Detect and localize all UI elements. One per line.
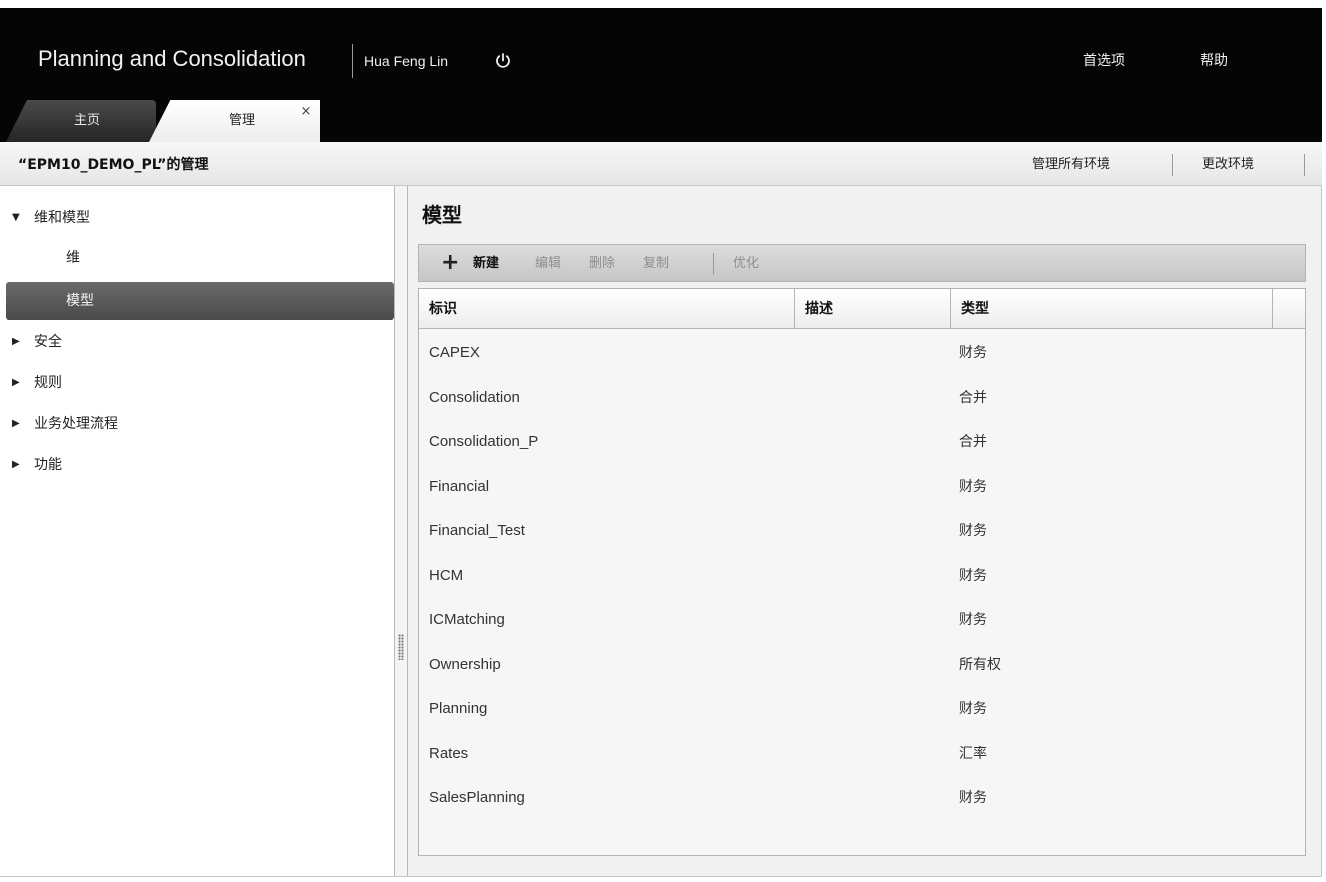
cell-id: Consolidation_P (429, 433, 539, 450)
tab-home[interactable]: 主页 (6, 100, 156, 142)
sidebar-item-label: 规则 (34, 375, 62, 391)
cell-type: 汇率 (959, 745, 987, 762)
sidebar-item-label: 业务处理流程 (34, 416, 118, 432)
chevron-right-icon: ▶ (12, 418, 20, 429)
cell-type: 合并 (959, 389, 987, 406)
models-toolbar: + 新建 编辑 删除 复制 优化 (418, 244, 1306, 282)
help-link[interactable]: 帮助 (1200, 52, 1228, 70)
power-icon[interactable] (494, 52, 512, 70)
sidebar-item-models[interactable]: 模型 (6, 282, 394, 320)
panel-splitter[interactable] (394, 186, 408, 876)
change-environment-link[interactable]: 更改环境 (1202, 156, 1254, 174)
cell-type: 财务 (959, 478, 987, 495)
cell-id: Rates (429, 744, 469, 762)
table-row[interactable]: Consolidation 合并 (419, 376, 1305, 420)
toolbar-separator (713, 253, 714, 275)
table-row[interactable]: SalesPlanning 财务 (419, 776, 1305, 820)
cell-type: 财务 (959, 612, 987, 628)
table-row[interactable]: CAPEX 财务 (419, 331, 1305, 375)
copy-button[interactable]: 复制 (643, 255, 669, 273)
environment-bar: “EPM10_DEMO_PL”的管理 管理所有环境 更改环境 (0, 142, 1322, 186)
title-separator (352, 44, 353, 78)
cell-type: 财务 (959, 790, 987, 806)
drag-handle-icon (398, 634, 404, 660)
edit-button[interactable]: 编辑 (535, 255, 561, 273)
cell-type: 财务 (959, 701, 987, 717)
user-name[interactable]: Hua Feng Lin (364, 52, 448, 70)
cell-id: Consolidation (429, 388, 520, 406)
bottom-border (0, 876, 1322, 877)
chevron-down-icon: ▼ (12, 212, 20, 223)
page-title: 模型 (422, 203, 462, 227)
manage-all-environments-link[interactable]: 管理所有环境 (1032, 156, 1110, 174)
cell-id: Financial (429, 477, 490, 495)
column-header-type[interactable]: 类型 (951, 289, 1273, 329)
table-row[interactable]: Financial 财务 (419, 465, 1305, 509)
sidebar-item-business-process-flows[interactable]: ▶ 业务处理流程 (6, 406, 394, 442)
models-table: 标识 描述 类型 CAPEX 财务 Consolidation 合并 Consolida… (418, 288, 1306, 856)
cell-type: 财务 (959, 523, 987, 539)
new-button[interactable]: 新建 (473, 255, 499, 273)
close-icon[interactable]: × (298, 104, 314, 120)
cell-id: SalesPlanning (429, 789, 525, 806)
plus-icon[interactable]: + (441, 252, 461, 274)
preferences-link[interactable]: 首选项 (1083, 52, 1125, 70)
link-separator (1172, 154, 1173, 176)
table-row[interactable]: Rates 汇率 (419, 732, 1305, 776)
main-panel: 模型 + 新建 编辑 删除 复制 优化 标识 描述 类型 CAPEX 财务 Cons… (408, 186, 1322, 876)
optimize-button[interactable]: 优化 (733, 255, 759, 273)
chevron-right-icon: ▶ (12, 336, 20, 347)
tab-home-label: 主页 (73, 113, 100, 128)
chevron-right-icon: ▶ (12, 377, 20, 388)
table-row[interactable]: ICMatching 财务 (419, 598, 1305, 642)
chevron-right-icon: ▶ (12, 459, 20, 470)
table-row[interactable]: Consolidation_P 合并 (419, 420, 1305, 464)
cell-id: HCM (429, 566, 464, 584)
cell-id: CAPEX (429, 344, 480, 361)
cell-id: Ownership (429, 655, 501, 673)
table-row[interactable]: Planning 财务 (419, 687, 1305, 731)
cell-id: ICMatching (429, 611, 505, 628)
sidebar-item-label: 模型 (66, 293, 94, 309)
sidebar-item-label: 功能 (34, 457, 62, 473)
app-title: Planning and Consolidation (38, 46, 306, 71)
tab-manage[interactable]: 管理 (148, 100, 320, 144)
cell-type: 财务 (959, 345, 987, 361)
cell-type: 合并 (959, 434, 987, 450)
sidebar-item-label: 维 (66, 250, 80, 266)
table-row[interactable]: HCM 财务 (419, 554, 1305, 598)
tab-manage-label: 管理 (228, 113, 255, 128)
delete-button[interactable]: 删除 (589, 255, 615, 273)
table-row[interactable]: Financial_Test 财务 (419, 509, 1305, 553)
sidebar-item-label: 安全 (34, 334, 62, 350)
sidebar-item-label: 维和模型 (34, 210, 90, 226)
column-header-id[interactable]: 标识 (419, 289, 795, 329)
sidebar-item-dimensions-models[interactable]: ▼ 维和模型 (6, 200, 394, 236)
cell-type: 财务 (959, 567, 987, 584)
sidebar-item-features[interactable]: ▶ 功能 (6, 447, 394, 483)
column-menu[interactable] (1273, 289, 1305, 329)
sidebar-item-rules[interactable]: ▶ 规则 (6, 365, 394, 401)
table-row[interactable]: Ownership 所有权 (419, 643, 1305, 687)
cell-id: Planning (429, 700, 488, 717)
cell-id: Financial_Test (429, 522, 525, 539)
link-separator (1304, 154, 1305, 176)
sidebar-nav: ▼ 维和模型 维 模型 ▶ 安全 ▶ 规则 ▶ 业务处理流程 ▶ 功能 (6, 190, 394, 874)
cell-type: 所有权 (959, 656, 1001, 673)
column-header-description[interactable]: 描述 (795, 289, 951, 329)
sidebar-item-dimensions[interactable]: 维 (6, 240, 394, 276)
environment-title: “EPM10_DEMO_PL”的管理 (18, 157, 209, 173)
table-header: 标识 描述 类型 (419, 289, 1305, 329)
sidebar-item-security[interactable]: ▶ 安全 (6, 324, 394, 360)
